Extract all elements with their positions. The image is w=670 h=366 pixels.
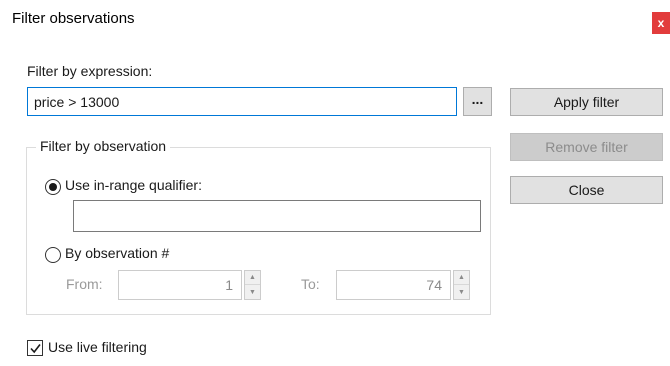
spin-down-icon[interactable]: ▼ xyxy=(454,285,469,299)
from-label: From: xyxy=(66,276,103,292)
filter-expression-input[interactable]: price > 13000 xyxy=(27,87,457,116)
by-observation-radio[interactable] xyxy=(45,247,61,263)
from-spinner[interactable]: ▲ ▼ xyxy=(244,270,261,300)
to-spinner[interactable]: ▲ ▼ xyxy=(453,270,470,300)
observation-group-title: Filter by observation xyxy=(36,138,171,154)
filter-expression-label: Filter by expression: xyxy=(27,63,153,79)
dialog-title: Filter observations xyxy=(12,10,135,27)
spin-up-icon[interactable]: ▲ xyxy=(245,271,260,285)
spin-up-icon[interactable]: ▲ xyxy=(454,271,469,285)
close-icon[interactable]: x xyxy=(652,12,670,34)
inrange-qualifier-input[interactable] xyxy=(73,200,481,232)
checkmark-icon xyxy=(30,344,41,354)
to-input[interactable]: 74 xyxy=(336,270,451,300)
live-filtering-label: Use live filtering xyxy=(48,339,147,355)
spin-down-icon[interactable]: ▼ xyxy=(245,285,260,299)
close-button[interactable]: Close xyxy=(510,176,663,204)
by-observation-label: By observation # xyxy=(65,245,170,261)
remove-filter-button[interactable]: Remove filter xyxy=(510,133,663,161)
expression-builder-button[interactable]: ... xyxy=(463,87,492,116)
title-bar: Filter observations x xyxy=(0,0,670,40)
live-filtering-checkbox[interactable] xyxy=(27,340,43,356)
to-label: To: xyxy=(301,276,320,292)
inrange-label: Use in-range qualifier: xyxy=(65,177,202,193)
apply-filter-button[interactable]: Apply filter xyxy=(510,88,663,116)
filter-observations-dialog: Filter observations x Filter by expressi… xyxy=(0,0,670,366)
inrange-radio[interactable] xyxy=(45,179,61,195)
from-input[interactable]: 1 xyxy=(118,270,242,300)
